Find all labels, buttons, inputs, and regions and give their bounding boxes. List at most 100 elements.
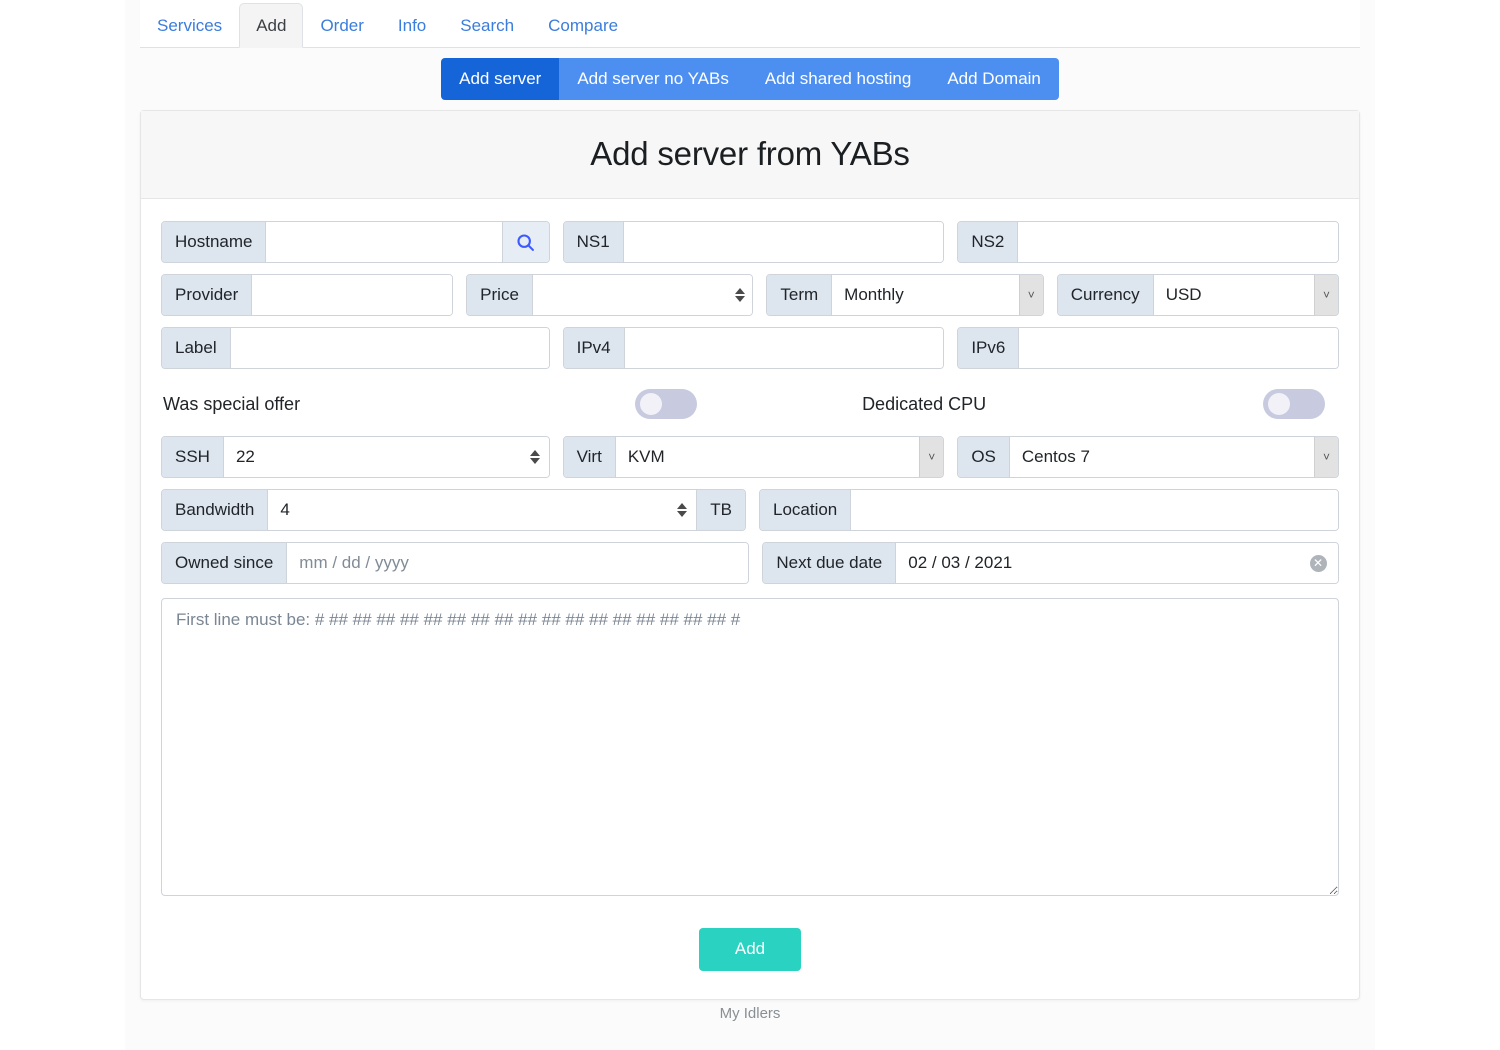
currency-select-value[interactable]: USD bbox=[1153, 275, 1314, 315]
chevron-down-icon[interactable]: ˅ bbox=[1314, 275, 1338, 315]
next-due-date-input[interactable] bbox=[896, 543, 1298, 583]
form-row-dates: Owned since Next due date ✕ bbox=[161, 542, 1339, 584]
dedicated-cpu-toggle[interactable] bbox=[1263, 389, 1326, 419]
virt-label: Virt bbox=[563, 437, 616, 477]
bandwidth-unit-label: TB bbox=[696, 490, 745, 530]
next-due-date-group: Next due date ✕ bbox=[762, 542, 1339, 584]
right-gutter bbox=[1375, 0, 1500, 1050]
card-header: Add server from YABs bbox=[141, 111, 1359, 199]
add-domain-button[interactable]: Add Domain bbox=[929, 57, 1059, 101]
close-icon: ✕ bbox=[1309, 554, 1327, 572]
ssh-label: SSH bbox=[162, 437, 224, 477]
bandwidth-stepper[interactable] bbox=[674, 490, 697, 530]
page-title: Add server from YABs bbox=[590, 135, 910, 172]
hostname-label: Hostname bbox=[162, 222, 267, 262]
form-row-toggles: Was special offer Dedicated CPU bbox=[161, 380, 1339, 428]
chevron-down-icon[interactable]: ˅ bbox=[1314, 437, 1338, 477]
form-row-provider: Provider Price Term Monthly ˅ Currency U… bbox=[161, 274, 1339, 316]
yabs-output-wrap bbox=[161, 598, 1339, 901]
special-offer-label: Was special offer bbox=[163, 393, 301, 414]
special-offer-toggle[interactable] bbox=[635, 389, 698, 419]
dedicated-cpu-label: Dedicated CPU bbox=[862, 393, 987, 414]
nav-tab-compare[interactable]: Compare bbox=[531, 3, 635, 48]
owned-since-group: Owned since bbox=[161, 542, 750, 584]
price-input[interactable] bbox=[532, 275, 734, 315]
add-submit-button[interactable]: Add bbox=[698, 928, 802, 971]
bandwidth-input[interactable] bbox=[268, 490, 675, 530]
chevron-down-icon[interactable]: ˅ bbox=[1018, 275, 1043, 315]
ipv4-label: IPv4 bbox=[563, 328, 625, 368]
ipv6-input[interactable] bbox=[1019, 328, 1338, 368]
ns2-label: NS2 bbox=[958, 222, 1019, 262]
owned-since-label: Owned since bbox=[162, 543, 288, 583]
location-group: Location bbox=[758, 489, 1339, 531]
os-label: OS bbox=[958, 437, 1010, 477]
ssh-port-stepper[interactable] bbox=[526, 437, 549, 477]
nav-tab-search[interactable]: Search bbox=[443, 3, 531, 48]
add-type-toolbar: Add server Add server no YABs Add shared… bbox=[0, 50, 1500, 108]
form-row-hostname: Hostname NS1 NS2 bbox=[161, 221, 1339, 263]
ipv4-input[interactable] bbox=[624, 328, 944, 368]
provider-group: Provider bbox=[161, 274, 454, 316]
term-group: Term Monthly ˅ bbox=[766, 274, 1044, 316]
price-label: Price bbox=[467, 275, 533, 315]
label-input[interactable] bbox=[230, 328, 549, 368]
owned-since-input[interactable] bbox=[287, 543, 749, 583]
ns1-group: NS1 bbox=[562, 221, 945, 263]
toggle-knob bbox=[1268, 393, 1291, 415]
left-gutter bbox=[0, 0, 125, 1050]
ipv6-label: IPv6 bbox=[958, 328, 1020, 368]
nav-tab-order[interactable]: Order bbox=[303, 3, 380, 48]
add-server-button[interactable]: Add server bbox=[441, 57, 560, 101]
bandwidth-group: Bandwidth TB bbox=[161, 489, 746, 531]
next-due-date-label: Next due date bbox=[763, 543, 897, 583]
ns2-input[interactable] bbox=[1018, 222, 1338, 262]
ns1-input[interactable] bbox=[623, 222, 944, 262]
add-type-button-group: Add server Add server no YABs Add shared… bbox=[441, 57, 1059, 101]
form-row-label: Label IPv4 IPv6 bbox=[161, 327, 1339, 369]
ns1-label: NS1 bbox=[563, 222, 624, 262]
provider-input[interactable] bbox=[252, 275, 453, 315]
hostname-input[interactable] bbox=[266, 222, 503, 262]
currency-label: Currency bbox=[1057, 275, 1154, 315]
term-select-value[interactable]: Monthly bbox=[832, 275, 1019, 315]
form-row-bandwidth: Bandwidth TB Location bbox=[161, 489, 1339, 531]
ssh-port-input[interactable] bbox=[223, 437, 527, 477]
ns2-group: NS2 bbox=[957, 221, 1339, 263]
add-shared-hosting-button[interactable]: Add shared hosting bbox=[746, 57, 930, 101]
currency-group: Currency USD ˅ bbox=[1056, 274, 1339, 316]
hostname-group: Hostname bbox=[161, 221, 550, 263]
location-input[interactable] bbox=[851, 490, 1338, 530]
chevron-down-icon[interactable]: ˅ bbox=[919, 437, 944, 477]
add-server-no-yabs-button[interactable]: Add server no YABs bbox=[559, 57, 747, 101]
hostname-search-button[interactable] bbox=[502, 222, 549, 262]
nav-tab-info[interactable]: Info bbox=[381, 3, 443, 48]
clear-date-button[interactable]: ✕ bbox=[1298, 543, 1338, 583]
ipv4-group: IPv4 bbox=[562, 327, 945, 369]
card-body: Hostname NS1 NS2 Provider Price Term Mon… bbox=[141, 199, 1359, 999]
footer: My Idlers bbox=[125, 1005, 1375, 1022]
form-row-ssh: SSH Virt KVM ˅ OS Centos 7 ˅ bbox=[161, 436, 1339, 478]
label-group: Label bbox=[161, 327, 550, 369]
footer-brand: My Idlers bbox=[719, 1005, 781, 1022]
os-select-value[interactable]: Centos 7 bbox=[1009, 437, 1314, 477]
label-label: Label bbox=[162, 328, 231, 368]
search-icon bbox=[515, 232, 536, 253]
nav-tab-add[interactable]: Add bbox=[239, 2, 304, 48]
price-group: Price bbox=[466, 274, 754, 316]
term-label: Term bbox=[767, 275, 833, 315]
provider-label: Provider bbox=[162, 275, 253, 315]
submit-row: Add bbox=[161, 928, 1339, 971]
bandwidth-label: Bandwidth bbox=[162, 490, 269, 530]
os-group: OS Centos 7 ˅ bbox=[957, 436, 1339, 478]
virt-group: Virt KVM ˅ bbox=[562, 436, 945, 478]
add-server-card: Add server from YABs Hostname NS1 NS2 Pr… bbox=[140, 110, 1360, 1000]
virt-select-value[interactable]: KVM bbox=[615, 437, 920, 477]
yabs-output-textarea[interactable] bbox=[161, 598, 1339, 896]
nav-tab-services[interactable]: Services bbox=[140, 3, 239, 48]
page-root: Services Add Order Info Search Compare A… bbox=[0, 0, 1500, 1050]
toggle-knob bbox=[640, 393, 663, 415]
price-stepper[interactable] bbox=[733, 275, 753, 315]
location-label: Location bbox=[759, 490, 852, 530]
primary-nav: Services Add Order Info Search Compare bbox=[140, 0, 1360, 48]
